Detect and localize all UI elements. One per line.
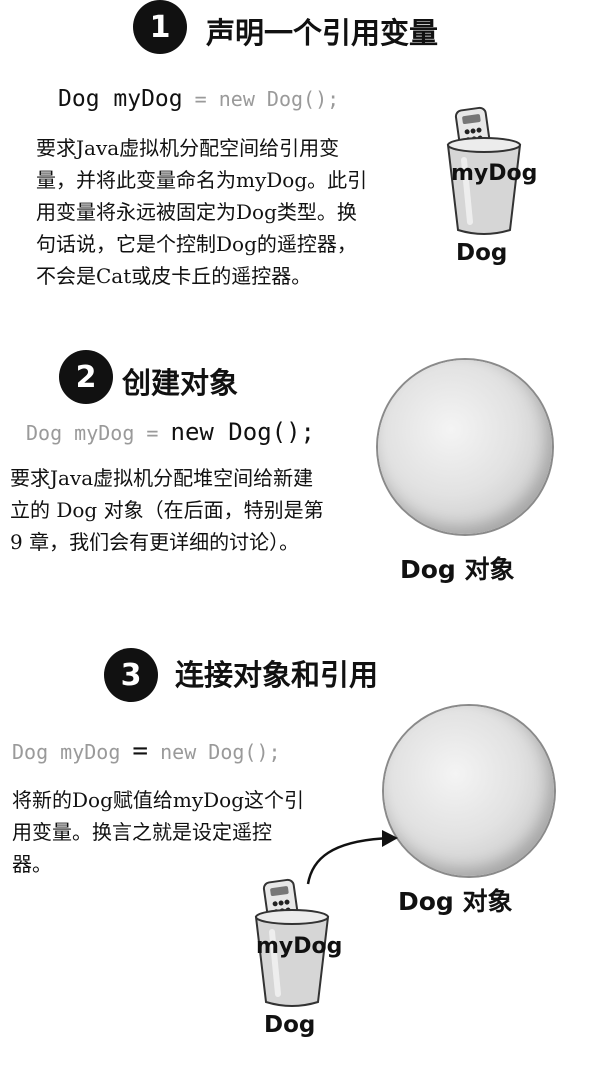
step1-line: 用变量将永远被固定为Dog类型。换 <box>36 200 357 224</box>
step1-line: 不会是Cat或皮卡丘的遥控器。 <box>36 264 312 288</box>
step1-number-badge: 1 <box>133 0 187 54</box>
step2-number-badge: 2 <box>59 350 113 404</box>
step3-code-declaration: Dog myDog <box>12 740 133 764</box>
step3-description: 将新的Dog赋值给myDog这个引 用变量。换言之就是设定遥控 器。 <box>12 784 342 880</box>
step2-code-new-object: new Dog(); <box>170 418 316 446</box>
step1-code-rest: = new Dog(); <box>182 87 340 111</box>
step1-type-label: Dog <box>456 240 508 266</box>
step2-title: 创建对象 <box>122 366 239 400</box>
step1-line: 要求Java虚拟机分配空间给引用变 <box>36 136 340 160</box>
step3-code-rest: new Dog(); <box>148 740 281 764</box>
step1-description: 要求Java虚拟机分配空间给引用变 量，并将此变量命名为myDog。此引 用变量… <box>36 132 426 292</box>
step2-number: 2 <box>75 359 97 395</box>
step3-line: 用变量。换言之就是设定遥控 <box>12 820 272 844</box>
step3-code-assign: = <box>132 736 149 766</box>
step3-type-label: Dog <box>264 1012 316 1038</box>
dog-object-sphere <box>378 360 552 534</box>
step1-code-declaration: Dog myDog <box>58 86 183 112</box>
step1-line: 量，并将此变量命名为myDog。此引 <box>36 168 368 192</box>
step2-code-declaration: Dog myDog = <box>26 421 171 445</box>
step2-code: Dog myDog = new Dog(); <box>26 418 315 446</box>
step1-title: 声明一个引用变量 <box>206 16 439 50</box>
step2-description: 要求Java虚拟机分配堆空间给新建 立的 Dog 对象（在后面，特别是第 9 章… <box>10 462 370 558</box>
step2-line: 立的 Dog 对象（在后面，特别是第 <box>10 498 324 522</box>
step1-cup-label: myDog <box>451 161 538 186</box>
step2-line: 9 章，我们会有更详细的讨论）。 <box>10 530 300 554</box>
step1-code: Dog myDog = new Dog(); <box>58 86 339 112</box>
step2-line: 要求Java虚拟机分配堆空间给新建 <box>10 466 314 490</box>
step3-code: Dog myDog = new Dog(); <box>12 736 281 766</box>
step3-object-label: Dog 对象 <box>398 887 513 916</box>
step3-line: 将新的Dog赋值给myDog这个引 <box>12 788 305 812</box>
step3-title: 连接对象和引用 <box>175 658 379 692</box>
step3-number: 3 <box>120 657 142 693</box>
step1-number: 1 <box>149 9 171 45</box>
step3-cup-label: myDog <box>256 934 343 959</box>
step1-line: 句话说，它是个控制Dog的遥控器， <box>36 232 357 256</box>
step2-object-label: Dog 对象 <box>400 555 515 584</box>
step3-number-badge: 3 <box>104 648 158 702</box>
